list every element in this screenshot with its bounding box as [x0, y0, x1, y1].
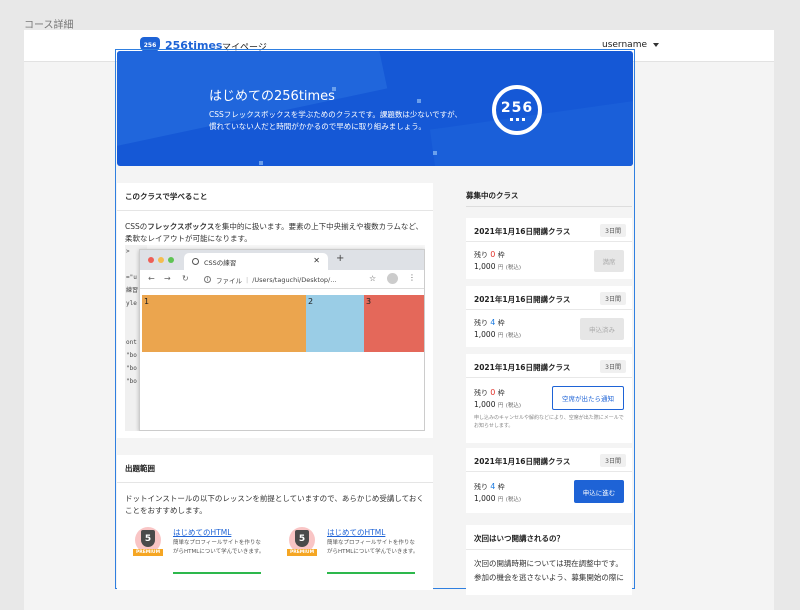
- url-scheme-label: ファイル: [216, 276, 242, 285]
- next-session-body: 次回の開講時期については現在調整中です。参加の機会を逃さないよう、募集開始の際に: [474, 559, 624, 582]
- next-session-card: 次回はいつ開講されるの？ 次回の開講時期については現在調整中です。参加の機会を逃…: [466, 525, 632, 595]
- browser-tab-title: CSSの練習: [204, 258, 237, 267]
- globe-icon: [192, 258, 199, 265]
- back-arrow-icon: ←: [148, 274, 155, 283]
- page-label: コース詳細: [24, 20, 74, 31]
- lesson-description: 簡単なプロフィールサイトを作りながらHTMLについて学んでいきます。: [173, 540, 265, 555]
- star-icon: ☆: [369, 274, 377, 283]
- flex-box-1: 1: [142, 295, 306, 352]
- lesson-description: 簡単なプロフィールサイトを作りながらHTMLについて学んでいきます。: [327, 540, 419, 555]
- lesson-progress-bar: [327, 572, 415, 574]
- new-tab-icon: +: [336, 253, 345, 264]
- learn-card: このクラスで学べること CSSのフレックスボックスを集中的に扱います。要素の上下…: [117, 183, 433, 438]
- remaining-seats: 残り 0 枠: [474, 250, 505, 259]
- hero-logo-number: 256: [500, 99, 534, 116]
- hero-description: CSSフレックスボックスを学ぶためのクラスです。課題数は少ないですが、慣れていな…: [209, 110, 463, 131]
- browser-toolbar: ← → ↻ i ファイル | /Users/taguchi/Desktop/..…: [140, 270, 424, 289]
- hero-dot: [433, 151, 437, 155]
- forward-arrow-icon: →: [164, 274, 171, 283]
- html5-shield-icon: 5: [141, 530, 155, 547]
- class-card: 2021年1月16日開講クラス 3日間 残り 0 枠 1,000 円 (税込) …: [466, 218, 632, 279]
- learn-card-body: CSSのフレックスボックスを集中的に扱います。要素の上下中央揃えや複数カラムなど…: [125, 222, 423, 243]
- tab-close-icon: ✕: [313, 256, 320, 265]
- divider: [466, 309, 632, 310]
- minimize-dot-icon: [158, 257, 164, 263]
- lesson-title-link[interactable]: はじめてのHTML: [173, 527, 231, 538]
- apply-button[interactable]: 申込に進む: [574, 480, 624, 503]
- remaining-seats: 残り 4 枠: [474, 482, 505, 491]
- lesson-title-link[interactable]: はじめてのHTML: [327, 527, 385, 538]
- divider: [466, 206, 632, 207]
- class-card: 2021年1月16日開講クラス 3日間 残り 4 枠 1,000 円 (税込) …: [466, 448, 632, 513]
- scope-card: 出題範囲 ドットインストールの以下のレッスンを前提としていますので、あらかじめ受…: [117, 455, 433, 590]
- browser-tab: CSSの練習 ✕: [184, 253, 328, 270]
- classes-heading: 募集中のクラス: [466, 191, 519, 200]
- remaining-seats: 残り 0 枠: [474, 388, 505, 397]
- hero-logo-icon: 256: [492, 85, 542, 135]
- reload-icon: ↻: [182, 274, 189, 283]
- duration-badge: 3日間: [600, 224, 626, 237]
- premium-label: PREMIUM: [287, 549, 317, 556]
- browser-window: CSSの練習 ✕ + ← → ↻ i ファイル | /Users/taguchi…: [139, 249, 425, 431]
- hero-logo-dots: [509, 117, 525, 121]
- more-vertical-icon: ⋮: [408, 273, 416, 282]
- next-session-title: 次回はいつ開講されるの？: [474, 534, 564, 543]
- class-card: 2021年1月16日開講クラス 3日間 残り 4 枠 1,000 円 (税込) …: [466, 286, 632, 347]
- info-icon: i: [204, 276, 211, 283]
- profile-avatar-icon: [387, 273, 398, 284]
- duration-badge: 3日間: [600, 292, 626, 305]
- duration-badge: 3日間: [600, 454, 626, 467]
- hero-dot: [259, 161, 263, 165]
- class-title: 2021年1月16日開講クラス: [474, 295, 571, 304]
- scope-card-body: ドットインストールの以下のレッスンを前提としていますので、あらかじめ受講しておく…: [125, 494, 424, 515]
- divider: [466, 471, 632, 472]
- class-title: 2021年1月16日開講クラス: [474, 457, 571, 466]
- full-button[interactable]: 満席: [594, 250, 624, 272]
- class-card: 2021年1月16日開講クラス 3日間 残り 0 枠 1,000 円 (税込) …: [466, 354, 632, 443]
- hero-banner: はじめての256times CSSフレックスボックスを学ぶためのクラスです。課題…: [117, 51, 633, 166]
- class-price: 1,000 円 (税込): [474, 494, 522, 503]
- notify-when-available-button[interactable]: 空席が出たら通知: [552, 386, 624, 410]
- caret-down-icon: [653, 43, 659, 47]
- hero-dot: [417, 99, 421, 103]
- lesson-badge-icon: 5 PREMIUM: [287, 527, 317, 556]
- class-title: 2021年1月16日開講クラス: [474, 363, 571, 372]
- notify-note: 申し込みのキャンセルや解約などにより、空席が出た際にメールでお知らせします。: [474, 415, 624, 429]
- premium-label: PREMIUM: [133, 549, 163, 556]
- class-price: 1,000 円 (税込): [474, 262, 522, 271]
- class-price: 1,000 円 (税込): [474, 330, 522, 339]
- flex-box-3: 3: [364, 295, 424, 352]
- duration-badge: 3日間: [600, 360, 626, 373]
- browser-tabbar: CSSの練習 ✕ +: [140, 250, 424, 270]
- flex-box-2: 2: [306, 295, 364, 352]
- maximize-dot-icon: [168, 257, 174, 263]
- lesson-progress-bar: [173, 572, 261, 574]
- divider: [466, 241, 632, 242]
- applied-button[interactable]: 申込済み: [580, 318, 624, 340]
- divider: [466, 377, 632, 378]
- html5-shield-icon: 5: [295, 530, 309, 547]
- class-title: 2021年1月16日開講クラス: [474, 227, 571, 236]
- remaining-seats: 残り 4 枠: [474, 318, 505, 327]
- learn-card-title: このクラスで学べること: [117, 183, 433, 211]
- browser-screenshot: > ="u 練習 yle ont "bo "bo "bo CSSの練習 ✕ + ← → ↻…: [125, 245, 425, 431]
- browser-url-bar: i ファイル | /Users/taguchi/Desktop/...: [204, 273, 364, 286]
- lesson-item[interactable]: 5 PREMIUM はじめてのHTML 簡単なプロフィールサイトを作りながらHT…: [287, 527, 429, 587]
- url-path: /Users/taguchi/Desktop/...: [252, 275, 337, 284]
- divider: [466, 549, 632, 550]
- lesson-item[interactable]: 5 PREMIUM はじめてのHTML 簡単なプロフィールサイトを作りながらHT…: [133, 527, 275, 587]
- lesson-badge-icon: 5 PREMIUM: [133, 527, 163, 556]
- scope-card-title: 出題範囲: [117, 455, 433, 483]
- close-dot-icon: [148, 257, 154, 263]
- flex-demo: 1 2 3: [142, 295, 424, 352]
- class-price: 1,000 円 (税込): [474, 400, 522, 409]
- hero-title: はじめての256times: [209, 89, 335, 104]
